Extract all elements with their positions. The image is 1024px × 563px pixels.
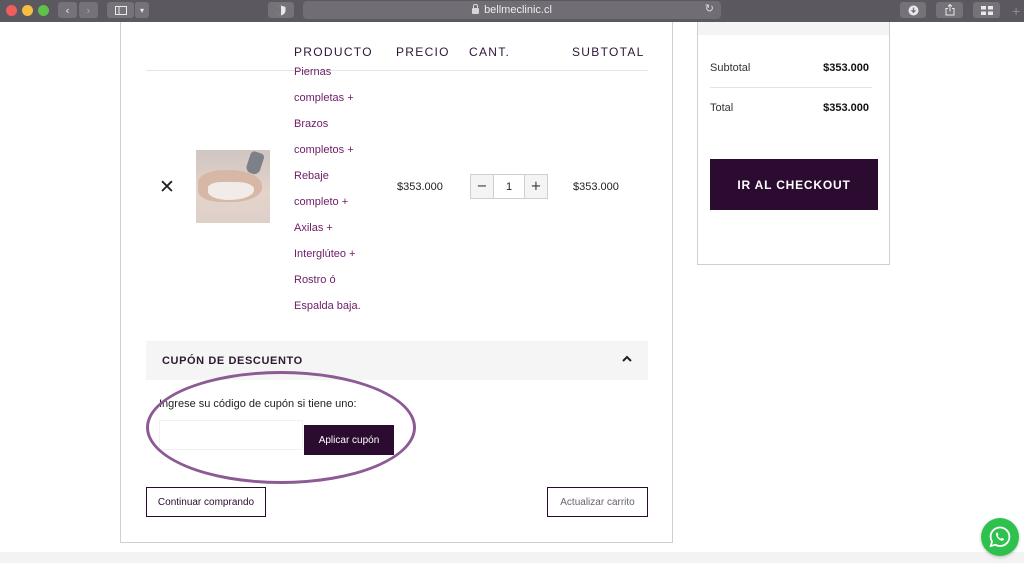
- totals-total-label: Total: [710, 102, 734, 114]
- downloads-button[interactable]: [900, 2, 926, 18]
- product-name-line: Rostro ó: [294, 274, 336, 286]
- quantity-increment-button[interactable]: +: [524, 174, 548, 199]
- coupon-title: CUPÓN DE DESCUENTO: [162, 355, 303, 367]
- column-header-price: PRECIO: [396, 45, 450, 59]
- forward-icon: ›: [86, 3, 91, 17]
- product-name-line: Axilas +: [294, 222, 333, 234]
- totals-subtotal-label: Subtotal: [710, 62, 751, 74]
- continue-shopping-button[interactable]: Continuar comprando: [146, 487, 266, 517]
- quantity-decrement-button[interactable]: −: [470, 174, 494, 199]
- totals-header: [698, 22, 889, 35]
- whatsapp-icon: [989, 526, 1011, 548]
- totals-divider: [710, 87, 872, 88]
- header-divider: [146, 70, 648, 71]
- reload-icon[interactable]: ↻: [705, 2, 714, 15]
- sidebar-icon: [114, 5, 127, 15]
- product-name-line: Interglúteo +: [294, 248, 356, 260]
- item-subtotal: $353.000: [573, 181, 619, 193]
- new-tab-icon[interactable]: +: [1012, 3, 1020, 19]
- checkout-button[interactable]: IR AL CHECKOUT: [710, 159, 878, 210]
- update-cart-button[interactable]: Actualizar carrito: [547, 487, 648, 517]
- back-icon: ‹: [65, 3, 70, 17]
- browser-toolbar: ‹ › ▾ bellmeclinic.cl ↻ +: [0, 0, 1024, 22]
- close-window-button[interactable]: [6, 5, 17, 16]
- coupon-prompt: Ingrese su código de cupón si tiene uno:: [159, 398, 357, 410]
- sidebar-button[interactable]: [107, 2, 134, 18]
- remove-item-icon[interactable]: ✕: [159, 178, 175, 197]
- product-name-line: Espalda baja.: [294, 300, 361, 312]
- lock-icon: [472, 4, 480, 14]
- tab-overview-button[interactable]: [973, 2, 1000, 18]
- download-icon: [908, 5, 918, 15]
- back-button[interactable]: ‹: [58, 2, 77, 18]
- totals-subtotal-value: $353.000: [823, 62, 869, 74]
- coupon-code-input[interactable]: [159, 420, 303, 450]
- cart-totals-panel: Subtotal $353.000 Total $353.000 IR AL C…: [697, 22, 890, 265]
- privacy-button[interactable]: [268, 2, 294, 18]
- totals-total-value: $353.000: [823, 102, 869, 114]
- product-name-line: Piernas: [294, 66, 332, 78]
- tabs-icon: [980, 5, 993, 15]
- zoom-window-button[interactable]: [38, 5, 49, 16]
- share-icon: [945, 4, 954, 16]
- product-name-line: completos +: [294, 144, 354, 156]
- sidebar-dropdown[interactable]: ▾: [134, 2, 149, 18]
- column-header-quantity: CANT.: [469, 45, 511, 59]
- chevron-down-icon: ▾: [139, 5, 144, 15]
- quantity-input[interactable]: 1: [494, 174, 524, 199]
- chevron-up-icon: [622, 355, 632, 362]
- product-name-line: Brazos: [294, 118, 329, 130]
- product-name-line: Rebaje: [294, 170, 329, 182]
- column-header-subtotal: SUBTOTAL: [572, 45, 645, 59]
- item-price: $353.000: [397, 181, 443, 193]
- forward-button[interactable]: ›: [79, 2, 98, 18]
- whatsapp-chat-button[interactable]: [981, 518, 1019, 556]
- cart-table-panel: PRODUCTO PRECIO CANT. SUBTOTAL ✕ Piernas…: [120, 22, 673, 543]
- shield-icon: [276, 5, 286, 15]
- address-text: bellmeclinic.cl: [484, 4, 552, 16]
- column-header-product: PRODUCTO: [294, 45, 373, 59]
- address-bar[interactable]: bellmeclinic.cl ↻: [303, 1, 721, 19]
- apply-coupon-button[interactable]: Aplicar cupón: [304, 425, 394, 455]
- quantity-stepper: − 1 +: [470, 174, 548, 199]
- page-bottom-edge: [0, 552, 1024, 563]
- product-thumbnail[interactable]: [196, 150, 270, 223]
- coupon-accordion-header[interactable]: CUPÓN DE DESCUENTO: [146, 341, 648, 380]
- product-name-line: completo +: [294, 196, 349, 208]
- product-name-link[interactable]: Piernas completas + Brazos completos + R…: [294, 59, 374, 319]
- product-name-line: completas +: [294, 92, 354, 104]
- share-button[interactable]: [936, 2, 963, 18]
- minimize-window-button[interactable]: [22, 5, 33, 16]
